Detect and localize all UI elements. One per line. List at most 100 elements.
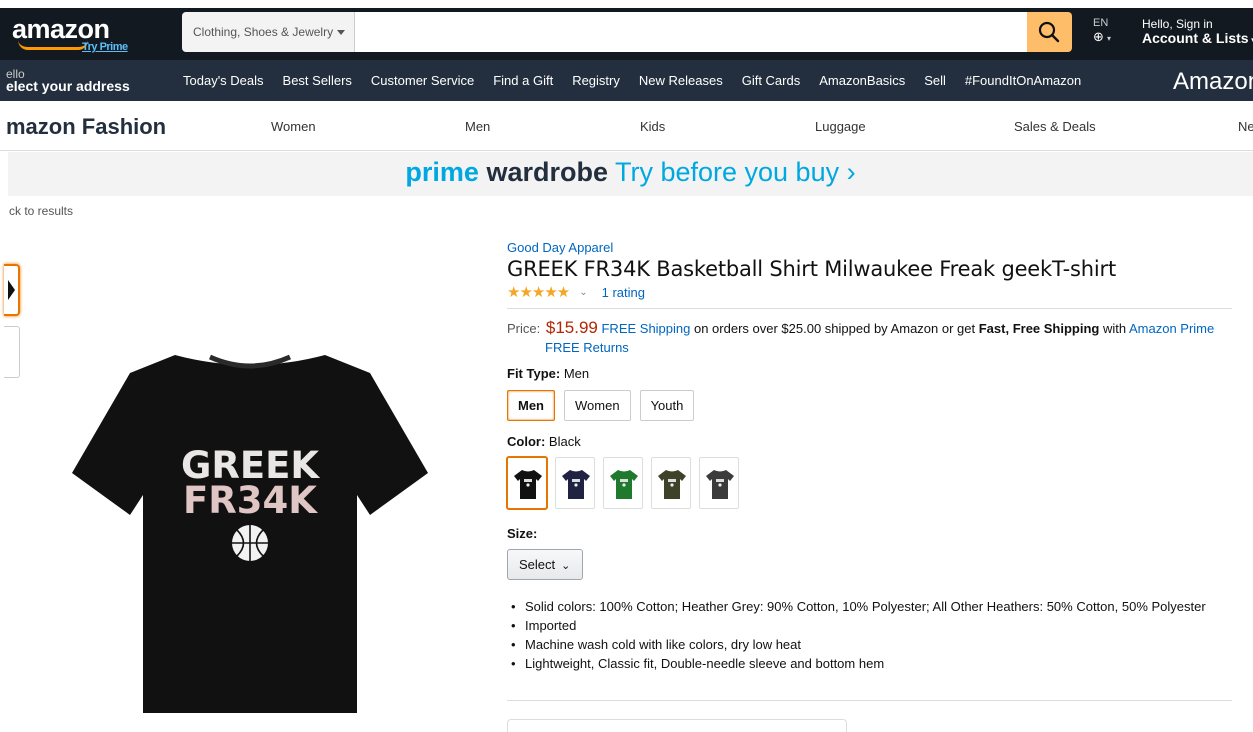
- size-label: Size:: [507, 526, 1232, 541]
- nav-link-founditonamazon[interactable]: #FoundItOnAmazon: [965, 73, 1081, 88]
- fit-type-options: Men Women Youth: [507, 390, 1232, 421]
- divider: [507, 700, 1232, 701]
- nav-link-todays-deals[interactable]: Today's Deals: [183, 73, 264, 88]
- shirt-text-line2: FR34K: [183, 479, 318, 522]
- basketball-icon: [232, 525, 268, 561]
- search-department-label: Clothing, Shoes & Jewelry: [193, 25, 334, 39]
- banner-tagline: Try before you buy: [614, 157, 840, 187]
- fit-type-label: Fit Type: Men: [507, 366, 1232, 381]
- divider: [507, 308, 1232, 309]
- color-swatch[interactable]: [699, 457, 739, 509]
- search-department-dropdown[interactable]: Clothing, Shoes & Jewelry: [182, 12, 355, 52]
- fit-option-women[interactable]: Women: [564, 390, 631, 421]
- subnav-women[interactable]: Women: [271, 119, 316, 134]
- fit-option-youth[interactable]: Youth: [639, 390, 695, 421]
- feature-bullet: Solid colors: 100% Cotton; Heather Grey:…: [507, 597, 1232, 616]
- tshirt-icon: [514, 470, 542, 499]
- color-heading: Color:: [507, 434, 546, 449]
- thumbnail-image[interactable]: [4, 326, 20, 378]
- subnav-new[interactable]: Ne: [1238, 119, 1253, 134]
- color-value: Black: [548, 434, 581, 449]
- nav-links: Today's Deals Best Sellers Customer Serv…: [183, 73, 1100, 88]
- size-select-value: Select: [519, 557, 556, 572]
- fit-type-value: Men: [563, 366, 590, 381]
- nav-link-registry[interactable]: Registry: [572, 73, 620, 88]
- subnav-men[interactable]: Men: [465, 119, 490, 134]
- search-input[interactable]: [355, 12, 1027, 52]
- product-title: GREEK FR34K Basketball Shirt Milwaukee F…: [507, 257, 1117, 281]
- chevron-down-icon[interactable]: ⌄: [579, 287, 587, 298]
- nav-main: ello elect your address Today's Deals Be…: [0, 60, 1253, 101]
- feature-bullet: Imported: [507, 616, 1232, 635]
- fashion-subnav: mazon Fashion Women Men Kids Luggage Sal…: [0, 101, 1253, 151]
- color-swatch[interactable]: [651, 457, 691, 509]
- color-swatches: [507, 457, 1232, 509]
- search-icon: [1038, 21, 1060, 43]
- nav-link-amazonbasics[interactable]: AmazonBasics: [819, 73, 905, 88]
- subnav-kids[interactable]: Kids: [640, 119, 665, 134]
- language-selector[interactable]: EN ⊕ ▾: [1093, 17, 1111, 45]
- chevron-right-icon: ›: [846, 157, 856, 187]
- globe-icon: ⊕ ▾: [1093, 29, 1111, 44]
- nav-link-new-releases[interactable]: New Releases: [639, 73, 723, 88]
- search-button[interactable]: [1027, 12, 1072, 52]
- fashion-brand[interactable]: mazon Fashion: [6, 114, 166, 140]
- color-label: Color: Black: [507, 434, 1232, 449]
- product-main-image[interactable]: GREEK FR34K: [70, 345, 430, 715]
- account-label: Account & Lists: [1142, 30, 1249, 46]
- account-greeting: Hello, Sign in: [1142, 17, 1213, 31]
- nav-link-sell[interactable]: Sell: [924, 73, 946, 88]
- feature-bullet: Lightweight, Classic fit, Double-needle …: [507, 654, 1232, 673]
- product-info: Good Day Apparel GREEK FR34K Basketball …: [507, 240, 1232, 673]
- tshirt-icon: [658, 470, 686, 499]
- back-to-results-link[interactable]: ck to results: [9, 204, 73, 218]
- banner-prime: prime: [405, 157, 479, 187]
- subnav-sales-deals[interactable]: Sales & Deals: [1014, 119, 1096, 134]
- tshirt-icon: [562, 470, 590, 499]
- amazon-prime-link[interactable]: Amazon Prime: [1129, 321, 1214, 336]
- brand-link[interactable]: Good Day Apparel: [507, 240, 1232, 255]
- free-returns-link[interactable]: FREE Returns: [545, 338, 1232, 357]
- color-swatch[interactable]: [603, 457, 643, 509]
- color-swatch[interactable]: [555, 457, 595, 509]
- address-label: elect your address: [6, 78, 130, 94]
- account-lists-menu[interactable]: Hello, Sign in Account & Lists ▾: [1142, 17, 1253, 47]
- size-select-dropdown[interactable]: Select ⌄: [507, 549, 583, 580]
- fit-option-men[interactable]: Men: [507, 390, 555, 421]
- feature-bullets: Solid colors: 100% Cotton; Heather Grey:…: [507, 597, 1232, 673]
- amazon-logo[interactable]: amazon Try Prime: [12, 14, 128, 53]
- rating-row: ★★★★★ ⌄ 1 rating: [507, 283, 1232, 301]
- thumbnail-video[interactable]: [4, 264, 20, 316]
- box-stub: [507, 719, 847, 732]
- play-icon: [8, 280, 15, 300]
- tshirt-icon: [706, 470, 734, 499]
- smile-icon: [18, 40, 88, 50]
- free-shipping-link[interactable]: FREE Shipping: [601, 321, 690, 336]
- deliver-to-address[interactable]: ello elect your address: [6, 68, 130, 93]
- banner-wardrobe: wardrobe: [486, 157, 608, 187]
- shipping-text: on orders over $25.00 shipped by Amazon …: [690, 321, 979, 336]
- subnav-luggage[interactable]: Luggage: [815, 119, 866, 134]
- with-text: with: [1099, 321, 1129, 336]
- nav-promo[interactable]: Amazon: [1173, 68, 1253, 96]
- star-rating-icon[interactable]: ★★★★★: [507, 283, 570, 301]
- fast-free-shipping: Fast, Free Shipping: [978, 321, 1100, 336]
- nav-link-find-a-gift[interactable]: Find a Gift: [493, 73, 553, 88]
- price-value: $15.99: [545, 318, 598, 337]
- caret-down-icon: [337, 30, 346, 36]
- nav-link-gift-cards[interactable]: Gift Cards: [742, 73, 801, 88]
- color-swatch[interactable]: [507, 457, 547, 509]
- nav-belt: amazon Try Prime Clothing, Shoes & Jewel…: [0, 0, 1253, 60]
- top-strip: [0, 0, 1253, 8]
- tshirt-icon: [610, 470, 638, 499]
- size-heading: Size:: [507, 526, 538, 541]
- nav-link-best-sellers[interactable]: Best Sellers: [283, 73, 352, 88]
- fit-type-heading: Fit Type:: [507, 366, 561, 381]
- try-prime-link[interactable]: Try Prime: [82, 41, 128, 53]
- nav-link-customer-service[interactable]: Customer Service: [371, 73, 474, 88]
- feature-bullet: Machine wash cold with like colors, dry …: [507, 635, 1232, 654]
- prime-wardrobe-banner[interactable]: prime wardrobe Try before you buy ›: [8, 152, 1253, 196]
- price-label: Price:: [507, 321, 541, 336]
- rating-count-link[interactable]: 1 rating: [602, 285, 645, 300]
- price-block: Price: $15.99 FREE Shipping on orders ov…: [507, 318, 1232, 357]
